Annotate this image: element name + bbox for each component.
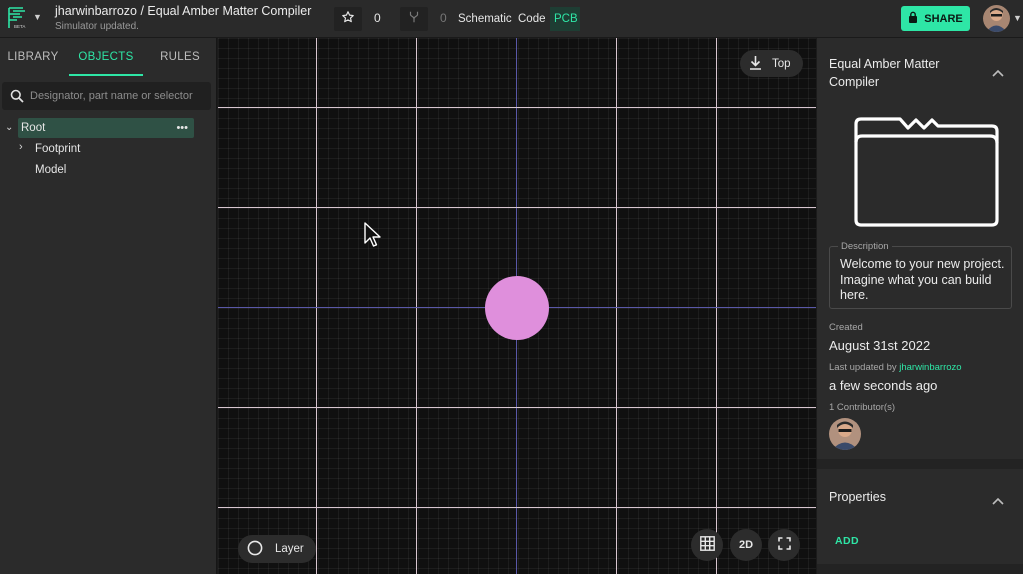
tree-item-root[interactable]: Root ••• bbox=[18, 118, 194, 138]
flux-logo-icon[interactable]: BETA bbox=[6, 6, 28, 30]
project-info-panel: Equal Amber Matter Compiler Description … bbox=[817, 38, 1023, 574]
download-icon bbox=[749, 55, 762, 73]
grid-line bbox=[416, 38, 417, 574]
footprint-expand-chevron-icon[interactable]: › bbox=[19, 141, 23, 153]
star-button[interactable] bbox=[334, 7, 362, 31]
description-label: Description bbox=[838, 241, 892, 252]
star-count: 0 bbox=[374, 11, 381, 25]
last-updated-time: a few seconds ago bbox=[829, 378, 938, 393]
grid-line bbox=[316, 38, 317, 574]
section-divider bbox=[817, 564, 1023, 574]
tab-library[interactable]: LIBRARY bbox=[4, 38, 62, 76]
tree-item-label: Root bbox=[21, 122, 46, 134]
search-icon bbox=[10, 89, 24, 103]
logo-beta-badge: BETA bbox=[14, 24, 25, 29]
grid-line bbox=[716, 38, 717, 574]
last-updated-prefix: Last updated by bbox=[829, 362, 897, 373]
simulator-status: Simulator updated. bbox=[55, 21, 139, 32]
mouse-cursor-icon bbox=[364, 222, 382, 253]
section-divider bbox=[817, 459, 1023, 469]
add-property-button[interactable]: ADD bbox=[835, 535, 859, 547]
tab-objects[interactable]: OBJECTS bbox=[69, 38, 143, 76]
more-options-icon[interactable]: ••• bbox=[176, 118, 188, 138]
search-input[interactable] bbox=[30, 82, 208, 110]
tree-item-model[interactable]: Model bbox=[35, 160, 66, 180]
layer-circle-icon bbox=[247, 540, 263, 559]
grid-line bbox=[616, 38, 617, 574]
tab-code[interactable]: Code bbox=[514, 7, 550, 31]
last-updated-label: Last updated by jharwinbarrozo bbox=[829, 362, 962, 373]
tab-rules[interactable]: RULES bbox=[156, 38, 204, 76]
tree-item-footprint[interactable]: Footprint bbox=[35, 139, 80, 159]
pcb-pad[interactable] bbox=[485, 276, 549, 340]
share-button[interactable]: SHARE bbox=[901, 6, 970, 31]
share-label: SHARE bbox=[924, 12, 963, 25]
view-mode-button[interactable]: 2D bbox=[730, 529, 762, 561]
left-panel-tabs: LIBRARY OBJECTS RULES bbox=[0, 38, 217, 76]
fullscreen-icon bbox=[777, 537, 791, 553]
fork-button[interactable] bbox=[400, 7, 428, 31]
project-folder-icon bbox=[852, 116, 1000, 233]
camera-view-label: Top bbox=[772, 57, 791, 70]
grid-line bbox=[218, 207, 816, 208]
grid-line bbox=[218, 407, 816, 408]
created-date: August 31st 2022 bbox=[829, 338, 931, 353]
project-title[interactable]: jharwinbarrozo / Equal Amber Matter Comp… bbox=[55, 4, 311, 18]
project-name: Equal Amber Matter Compiler bbox=[829, 57, 940, 89]
root-expand-chevron-icon[interactable]: ⌄ bbox=[5, 122, 13, 133]
fork-icon bbox=[407, 10, 421, 29]
tab-pcb[interactable]: PCB bbox=[550, 7, 580, 31]
user-menu-caret-icon[interactable]: ▼ bbox=[1013, 13, 1022, 23]
logo-menu-caret-icon[interactable]: ▼ bbox=[33, 12, 42, 22]
fullscreen-button[interactable] bbox=[768, 529, 800, 561]
user-avatar[interactable] bbox=[983, 5, 1010, 32]
grid-line bbox=[218, 107, 816, 108]
fork-count: 0 bbox=[440, 11, 447, 25]
created-label: Created bbox=[829, 322, 863, 333]
objects-panel: LIBRARY OBJECTS RULES ⌄ Root ••• › Footp… bbox=[0, 38, 217, 574]
pcb-canvas[interactable]: Top Layer 2D bbox=[218, 38, 816, 574]
star-icon bbox=[341, 10, 355, 29]
camera-view-button[interactable]: Top bbox=[740, 50, 803, 77]
grid-icon bbox=[699, 536, 715, 554]
tab-schematic[interactable]: Schematic bbox=[454, 7, 516, 31]
collapse-chevron-icon[interactable] bbox=[992, 64, 1004, 82]
description-text: Welcome to your new project. Imagine wha… bbox=[840, 257, 1005, 302]
layer-label: Layer bbox=[275, 543, 304, 555]
layer-button[interactable]: Layer bbox=[238, 535, 316, 563]
updated-by-link[interactable]: jharwinbarrozo bbox=[899, 362, 961, 373]
grid-toggle-button[interactable] bbox=[691, 529, 723, 561]
properties-title: Properties bbox=[829, 490, 886, 504]
top-bar: BETA ▼ jharwinbarrozo / Equal Amber Matt… bbox=[0, 0, 1023, 38]
contributors-label: 1 Contributor(s) bbox=[829, 402, 895, 413]
description-field[interactable]: Description Welcome to your new project.… bbox=[829, 241, 1012, 309]
contributor-avatar[interactable] bbox=[829, 418, 861, 450]
search-box bbox=[2, 82, 211, 110]
properties-collapse-chevron-icon[interactable] bbox=[992, 492, 1004, 510]
grid-line bbox=[218, 507, 816, 508]
lock-icon bbox=[908, 11, 918, 26]
